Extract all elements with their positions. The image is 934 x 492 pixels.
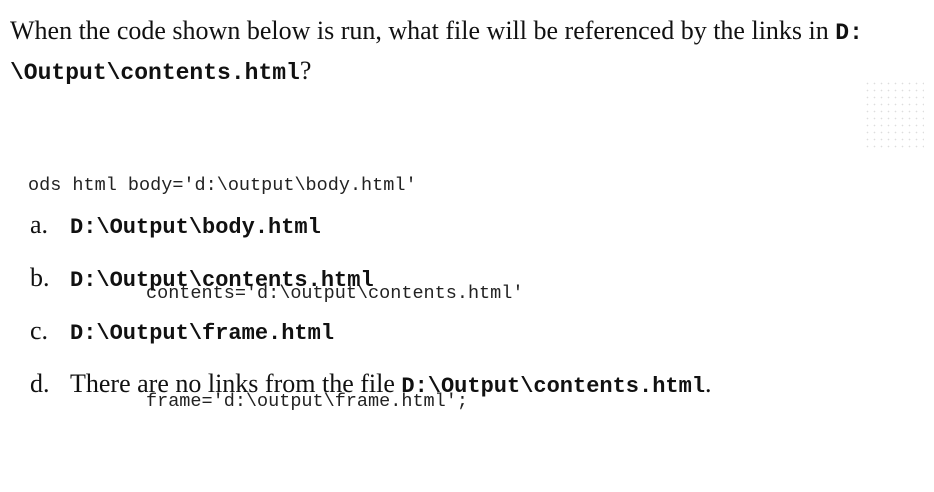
option-letter: b. [30,263,50,292]
question-mark: ? [299,56,312,85]
question-inline-path-file: \Output\contents.html [10,60,300,86]
scan-speckle [864,80,924,150]
option-prefix: There are no links from the file [70,369,402,398]
option-code: D:\Output\contents.html [70,268,374,293]
option-text: There are no links from the file D:\Outp… [70,369,712,399]
question-page: When the code shown below is run, what f… [0,0,934,412]
option-d[interactable]: d. There are no links from the file D:\O… [30,369,910,422]
option-b[interactable]: b. D:\Output\contents.html [30,263,910,316]
option-text: D:\Output\frame.html [70,316,334,346]
option-letter: a. [30,210,49,239]
option-a[interactable]: a. D:\Output\body.html [30,210,910,263]
answer-options: a. D:\Output\body.html b. D:\Output\cont… [30,210,910,422]
option-c[interactable]: c. D:\Output\frame.html [30,316,910,369]
question-inline-path-drive: D: [835,20,863,46]
option-code: D:\Output\body.html [70,215,321,240]
code-line-1: ods html body='d:\output\body.html' [28,175,417,196]
question-prompt: When the code shown below is run, what f… [10,16,836,45]
option-text: D:\Output\body.html [70,210,321,240]
option-text: D:\Output\contents.html [70,263,374,293]
question-text: When the code shown below is run, what f… [10,12,924,92]
option-code: D:\Output\frame.html [70,321,335,346]
option-letter: c. [30,316,49,345]
option-suffix: . [705,369,712,398]
option-code: D:\Output\contents.html [401,374,706,399]
option-letter: d. [30,369,50,398]
